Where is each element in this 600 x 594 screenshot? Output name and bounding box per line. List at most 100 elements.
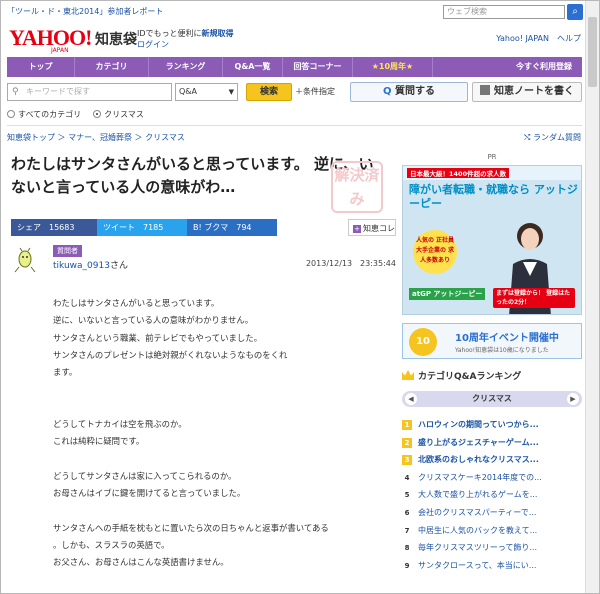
plus-icon: + bbox=[353, 225, 361, 233]
rank-link[interactable]: 中居生に人気のバックを教えて... bbox=[418, 526, 537, 535]
ranking-heading: カテゴリQ&Aランキング bbox=[402, 369, 582, 385]
ranking-item[interactable]: 1 ハロウィンの期間っていつから... bbox=[402, 416, 582, 434]
id-note-text: IDでもっと便利に bbox=[137, 29, 202, 38]
ranking-list: 1 ハロウィンの期間っていつから... 2 盛り上がるジェスチャーゲーム... 3北… bbox=[402, 416, 582, 574]
yahoo-logo-sub: JAPAN bbox=[51, 47, 69, 54]
random-question-label: ランダム質問 bbox=[533, 133, 581, 142]
ranking-item[interactable]: 2 盛り上がるジェスチャーゲーム... bbox=[402, 434, 582, 452]
asker-badge: 質問者 bbox=[53, 245, 82, 257]
chie-collection-button[interactable]: + 知恵コレ bbox=[348, 219, 396, 236]
scrollbar-thumb[interactable] bbox=[588, 17, 597, 87]
ranking-title: カテゴリQ&Aランキング bbox=[418, 372, 522, 382]
search-icon: ⚲ bbox=[12, 87, 19, 97]
job-ad-banner[interactable]: 日本最大級！1400件超の求人数 障がい者転職・就職なら アットジーピー 人気の… bbox=[402, 165, 582, 315]
rank-number: 3 bbox=[402, 455, 412, 466]
search-type-select[interactable]: Q&A ▼ bbox=[175, 83, 238, 101]
facebook-share-button[interactable]: シェア 15683 bbox=[11, 219, 97, 236]
write-note-label: 知恵ノートを書く bbox=[494, 86, 574, 97]
sidebar: PR 日本最大級！1400件超の求人数 障がい者転職・就職なら アットジーピー … bbox=[402, 153, 582, 570]
rank-link[interactable]: 会社のクリスマスパーティーで... bbox=[418, 508, 536, 517]
asker-username-link[interactable]: tikuwa_0913 bbox=[53, 261, 110, 271]
ranking-category-selector: ◀ クリスマス ▶ bbox=[402, 391, 582, 407]
nav-10th-anniversary[interactable]: ★10周年★ bbox=[353, 57, 433, 77]
vertical-scrollbar[interactable] bbox=[585, 1, 599, 593]
asker-name: tikuwa_0913さん bbox=[53, 258, 128, 271]
rank-number: 5 bbox=[404, 491, 410, 500]
ranking-category: クリスマス bbox=[472, 394, 512, 403]
rank-link[interactable]: 盛り上がるジェスチャーゲーム... bbox=[418, 438, 539, 447]
rank-number: 8 bbox=[404, 544, 410, 553]
scope-category-label: クリスマス bbox=[104, 110, 144, 119]
ranking-item[interactable]: 6 会社のクリスマスパーティーで... bbox=[402, 504, 582, 522]
anniversary-banner[interactable]: 10 10周年イベント開催中 Yahoo!知恵袋は10歳になりました bbox=[402, 323, 582, 359]
nav-ranking[interactable]: ランキング bbox=[149, 57, 223, 77]
main-nav: トップ カテゴリ ランキング Q&A一覧 回答コーナー ★10周年★ 今すぐ利用… bbox=[7, 57, 582, 77]
chevron-right-icon[interactable]: ▶ bbox=[567, 393, 579, 405]
question-title: わたしはサンタさんがいると思っています。 逆に、いないと言っている人の意味がわ… bbox=[11, 155, 374, 196]
breadcrumb[interactable]: 知恵袋トップ ＞ マナー、冠婚葬祭 ＞ クリスマス bbox=[7, 132, 185, 143]
search-type-value: Q&A bbox=[179, 87, 198, 96]
rank-link[interactable]: ハロウィンの期間っていつから... bbox=[418, 420, 539, 429]
scope-category-option[interactable]: クリスマス bbox=[93, 109, 144, 120]
ranking-item[interactable]: 9 サンタクロースって、本当にい... bbox=[402, 557, 582, 575]
promo-top-link[interactable]: 「ツール・ド・東北2014」参加者レポート bbox=[7, 6, 163, 17]
rank-number: 2 bbox=[402, 437, 412, 448]
service-name[interactable]: 知恵袋 bbox=[95, 29, 137, 49]
asker-info: 質問者 tikuwa_0913さん 2013/12/13 23:35:44 bbox=[11, 245, 396, 275]
register-link[interactable]: 新規取得 bbox=[202, 29, 234, 38]
rank-link[interactable]: 毎年クリスマスツリーって飾り... bbox=[418, 543, 537, 552]
conditions-link[interactable]: ＋条件指定 bbox=[295, 86, 335, 97]
rank-link[interactable]: クリスマスケーキ2014年度での... bbox=[418, 473, 542, 482]
ranking-item[interactable]: 4 クリスマスケーキ2014年度での... bbox=[402, 469, 582, 487]
question-icon: Q bbox=[383, 86, 392, 97]
question-date: 2013/12/13 23:35:44 bbox=[305, 259, 396, 268]
random-question-link[interactable]: ⤭ ランダム質問 bbox=[524, 132, 581, 143]
anniversary-title: 10周年イベント開催中 bbox=[455, 333, 559, 344]
hatena-bookmark-button[interactable]: B! ブクマ 794 bbox=[187, 219, 277, 236]
ad-cta-button[interactable]: まずは登録から！ 登録はたったの2分！ bbox=[493, 288, 575, 308]
rank-link[interactable]: サンタクロースって、本当にい... bbox=[418, 561, 536, 570]
search-button[interactable]: 検索 bbox=[246, 83, 292, 101]
ranking-item[interactable]: 8 毎年クリスマスツリーって飾り... bbox=[402, 539, 582, 557]
nav-answer-corner[interactable]: 回答コーナー bbox=[283, 57, 353, 77]
asker-suffix: さん bbox=[109, 261, 128, 271]
chie-collection-label: 知恵コレ bbox=[363, 224, 395, 233]
ranking-item[interactable]: 3 北欧系のおしゃれなクリスマス... bbox=[402, 451, 582, 469]
chevron-down-icon: ▼ bbox=[228, 88, 234, 96]
rank-number: 1 bbox=[402, 420, 412, 430]
pr-label: PR bbox=[487, 153, 497, 161]
rank-link[interactable]: 北欧系のおしゃれなクリスマス... bbox=[418, 455, 539, 464]
keyword-placeholder: キーワードで探す bbox=[26, 87, 90, 96]
chevron-left-icon[interactable]: ◀ bbox=[405, 393, 417, 405]
web-search-input[interactable]: ウェブ検索 bbox=[443, 5, 565, 19]
keyword-search-input[interactable]: ⚲ キーワードで探す bbox=[7, 83, 172, 101]
nav-qa-list[interactable]: Q&A一覧 bbox=[223, 57, 283, 77]
shuffle-icon: ⤭ bbox=[524, 133, 533, 142]
question-body: わたしはサンタさんがいると思っています。 逆に、いないと言っている人の意味がわか… bbox=[53, 298, 329, 568]
ad-brand: atGP アットジーピー bbox=[409, 288, 486, 300]
avatar[interactable] bbox=[13, 247, 37, 273]
rank-link[interactable]: 大人数で盛り上がれるゲームを... bbox=[418, 490, 537, 499]
header-right-links[interactable]: Yahoo! JAPAN ヘルプ bbox=[496, 33, 581, 44]
crown-icon bbox=[402, 370, 414, 380]
search-icon[interactable]: ⌕ bbox=[567, 4, 583, 20]
ad-headline: 障がい者転職・就職なら アットジーピー bbox=[409, 183, 578, 210]
browser-page: 「ツール・ド・東北2014」参加者レポート ウェブ検索 ⌕ YAHOO! JAP… bbox=[0, 0, 600, 594]
divider bbox=[7, 125, 582, 126]
ranking-item[interactable]: 5 大人数で盛り上がれるゲームを... bbox=[402, 486, 582, 504]
nav-register-now[interactable]: 今すぐ利用登録 bbox=[433, 57, 582, 77]
write-note-button[interactable]: 知恵ノートを書く bbox=[472, 82, 582, 102]
ad-badge: 人気の 正社員 大手企業の 求人多数あり bbox=[413, 230, 457, 274]
scope-all-label: すべてのカテゴリ bbox=[18, 110, 82, 119]
ask-question-label: 質問する bbox=[395, 86, 435, 97]
nav-category[interactable]: カテゴリ bbox=[75, 57, 149, 77]
scope-all-option[interactable]: すべてのカテゴリ bbox=[7, 109, 81, 120]
nav-top[interactable]: トップ bbox=[7, 57, 75, 77]
ranking-item[interactable]: 7 中居生に人気のバックを教えて... bbox=[402, 522, 582, 540]
rank-number: 4 bbox=[404, 473, 410, 482]
ask-question-button[interactable]: Q 質問する bbox=[350, 82, 468, 102]
anniversary-subtitle: Yahoo!知恵袋は10歳になりました bbox=[455, 347, 549, 354]
twitter-share-button[interactable]: ツイート 7185 bbox=[97, 219, 187, 236]
id-note: IDでもっと便利に新規取得 bbox=[137, 28, 234, 39]
login-link[interactable]: ログイン bbox=[137, 39, 169, 50]
